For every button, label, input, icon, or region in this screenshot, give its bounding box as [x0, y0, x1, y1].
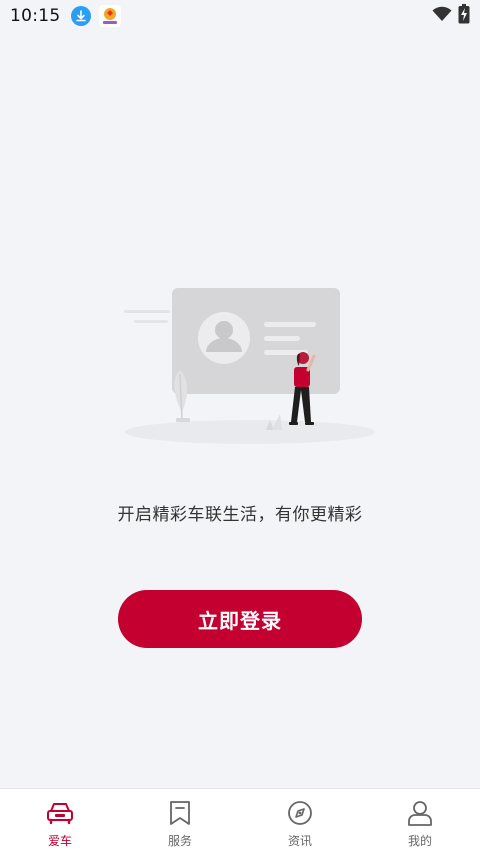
nav-item-mine[interactable]: 我的 — [360, 789, 480, 854]
nav-label: 我的 — [407, 834, 432, 848]
bookmark-icon — [166, 799, 194, 827]
status-bar: 10:15 — [0, 0, 480, 32]
nav-label: 资讯 — [287, 834, 312, 848]
nav-label: 爱车 — [47, 834, 72, 848]
compass-icon — [286, 799, 314, 827]
nav-item-service[interactable]: 服务 — [120, 789, 240, 854]
nav-label: 服务 — [167, 834, 192, 848]
user-icon — [406, 799, 434, 827]
download-icon — [70, 6, 91, 26]
empty-state-illustration — [120, 282, 380, 452]
nav-item-car[interactable]: 爱车 — [0, 789, 120, 854]
wifi-icon — [432, 6, 452, 26]
login-prompt-text: 开启精彩车联生活，有你更精彩 — [117, 505, 363, 525]
login-button[interactable]: 立即登录 — [118, 590, 362, 648]
status-time: 10:15 — [10, 6, 61, 26]
battery-charging-icon — [458, 4, 470, 28]
nav-item-news[interactable]: 资讯 — [240, 789, 360, 854]
car-icon — [46, 799, 74, 827]
app-notification-icon — [98, 5, 121, 27]
bottom-nav: 爱车 服务 资讯 我的 — [0, 788, 480, 854]
